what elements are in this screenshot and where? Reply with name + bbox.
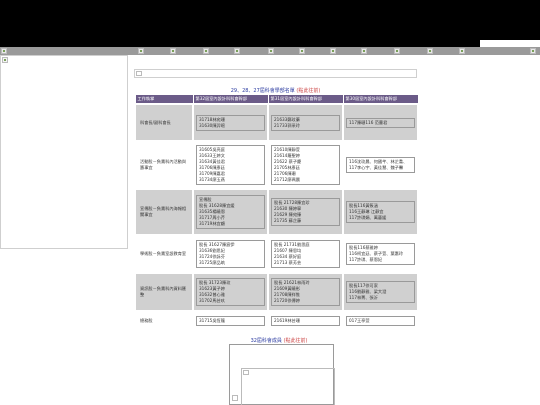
nav-item-6[interactable] bbox=[299, 48, 305, 54]
member-cell: 31605吳亮庭 31633王婷文 31634黃佳君 31706陳彥廷 3170… bbox=[192, 140, 269, 190]
role-text: 資訊股－負責科內資料匯整 bbox=[140, 286, 187, 297]
member-cell: 股長116黃筱涵 116王靜琳 江靜宜 117許琪娟、萬藝媛 bbox=[342, 188, 419, 236]
broken-image-icon bbox=[2, 57, 8, 63]
column-header: 第32屆室內設計科科會幹部 bbox=[192, 94, 269, 105]
broken-image-icon bbox=[269, 49, 273, 53]
role-cell: 資訊股－負責科內資料匯整 bbox=[134, 272, 194, 312]
table-header-row: 工作執掌 第32屆室內設計科科會幹部 第31屆室內設計科科會幹部 第30屆室內設… bbox=[134, 94, 419, 105]
footer-link[interactable]: 32屆科會成員 (點此往前) bbox=[229, 337, 329, 344]
nav-item-0[interactable] bbox=[1, 48, 7, 54]
member-name: 31725廖品筑 bbox=[199, 260, 225, 265]
table-row: 科會長/副科會長 31718林宛珊 31630陳羿暄 21633鄭玟蓁 2173… bbox=[134, 103, 419, 142]
column-header: 第31屆室內設計科科會幹部 bbox=[267, 94, 344, 105]
broken-image-icon bbox=[300, 49, 304, 53]
role-text: 科會長/副科會長 bbox=[140, 119, 171, 125]
member-cell: 股長117徐可家 116劉靜雅、梁大澄 117林菁、張沂 bbox=[342, 272, 419, 312]
top-banner bbox=[0, 0, 480, 47]
nav-item-1[interactable] bbox=[138, 48, 144, 54]
role-text: 活動股－負責科內活動與籌事宜 bbox=[140, 159, 187, 170]
member-name: 117林菁、張沂 bbox=[349, 295, 378, 300]
role-text: 學術股－負責室設教育室 bbox=[140, 251, 187, 256]
member-cell: 股長 21731劉思庭 21607 陳思均 21634 蔡好庭 21713 蔡芳… bbox=[267, 234, 344, 274]
member-name: 21733郭采玲 bbox=[274, 122, 300, 128]
role-cell: 宣傳股－負責科內海報相關事宜 bbox=[134, 188, 194, 236]
nav-bar bbox=[0, 47, 540, 55]
member-cell: 21633鄭玟蓁 21733郭采玲 bbox=[267, 103, 344, 142]
nav-item-8[interactable] bbox=[361, 48, 367, 54]
broken-image-icon bbox=[2, 49, 6, 53]
member-name: 117許琪娟、萬藝媛 bbox=[349, 215, 387, 220]
member-name: 117陳珊116 范曹君 bbox=[349, 119, 388, 125]
member-cell: 017王亭萱 bbox=[342, 310, 419, 332]
member-name: 21720徐傳婷 bbox=[274, 298, 300, 303]
table-row: 宣傳股－負責科內海報相關事宜 宣傳股 股長 31628陳宜媛 31635楊曉恩 … bbox=[134, 188, 419, 236]
table-row: 資訊股－負責科內資料匯整 股長 31723陳玟 31623黃子婷 31632曾心… bbox=[134, 272, 419, 312]
member-cell: 股長 31723陳玟 31623黃子婷 31632曾心雅 31702馬芸玖 bbox=[192, 272, 269, 312]
member-cell: 股長 21621林雨玲 21609黃曉彤 21708陳祥惟 21720徐傳婷 bbox=[267, 272, 344, 312]
table-row: 學術股－負責室設教育室 股長 31627陳宸伊 31636劉思妃 31724徐詠… bbox=[134, 234, 419, 274]
nav-item-10[interactable] bbox=[427, 48, 433, 54]
broken-image-icon bbox=[235, 49, 239, 53]
member-name: 21712廖珮晨 bbox=[274, 177, 300, 182]
member-name: 21713 蔡芳芸 bbox=[274, 260, 302, 265]
nav-item-2[interactable] bbox=[170, 48, 176, 54]
broken-image-icon bbox=[171, 49, 175, 53]
member-name: 31702馬芸玖 bbox=[199, 298, 225, 303]
member-cell: 宣傳股 股長 31628陳宜媛 31635楊曉恩 31717周小芹 31719林… bbox=[192, 188, 269, 236]
broken-image-icon bbox=[460, 49, 464, 53]
broken-image-icon bbox=[139, 49, 143, 53]
member-name: 31630陳羿暄 bbox=[199, 122, 225, 128]
role-cell: 總務股 bbox=[134, 310, 194, 332]
broken-image-icon bbox=[362, 49, 366, 53]
broken-image-icon bbox=[428, 49, 432, 53]
broken-image-icon bbox=[204, 49, 208, 53]
table-row: 總務股 31715吳恆龍 21619林芸珊 017王亭萱 bbox=[134, 310, 419, 332]
nav-item-3[interactable] bbox=[203, 48, 209, 54]
nav-item-12[interactable] bbox=[530, 48, 536, 54]
member-cell: 31715吳恆龍 bbox=[192, 310, 269, 332]
member-cell: 21619林芸珊 bbox=[267, 310, 344, 332]
role-text: 宣傳股－負責科內海報相關事宜 bbox=[140, 206, 187, 217]
broken-image-icon bbox=[331, 49, 335, 53]
member-name: 21619林芸珊 bbox=[274, 318, 300, 323]
nav-item-4[interactable] bbox=[234, 48, 240, 54]
broken-image-icon bbox=[243, 370, 249, 375]
nav-item-9[interactable] bbox=[394, 48, 400, 54]
side-panel-frame bbox=[0, 55, 128, 249]
member-name: 21735 蘇芷藤 bbox=[274, 218, 302, 223]
member-name: 31719林宜顧 bbox=[199, 221, 225, 226]
broken-image-icon bbox=[531, 49, 535, 53]
broken-image-icon bbox=[232, 395, 238, 401]
member-cell: 21610陳靜萱 21614羅聖婷 21622 蔡子慶 21705林彥廷 217… bbox=[267, 140, 344, 190]
top-banner-side bbox=[480, 0, 540, 40]
nav-item-11[interactable] bbox=[459, 48, 465, 54]
member-name: 117李心宇、黃佳慧、魏子馨 bbox=[349, 165, 404, 170]
member-cell: 股長116蔡雅婷 116柯宜廷、蔡子萱、葉惠玲 117許琪、蔡恩妃 bbox=[342, 234, 419, 274]
member-name: 117許琪、蔡恩妃 bbox=[349, 257, 383, 262]
nav-item-7[interactable] bbox=[330, 48, 336, 54]
main-banner-image bbox=[134, 69, 417, 78]
member-cell: 股長 31627陳宸伊 31636劉思妃 31724徐詠芬 31725廖品筑 bbox=[192, 234, 269, 274]
broken-image-icon bbox=[136, 71, 142, 76]
role-cell: 活動股－負責科內活動與籌事宜 bbox=[134, 140, 194, 190]
role-cell: 學術股－負責室設教育室 bbox=[134, 234, 194, 274]
bottom-image-frame bbox=[229, 344, 335, 405]
nav-item-5[interactable] bbox=[268, 48, 274, 54]
member-cell: 31718林宛珊 31630陳羿暄 bbox=[192, 103, 269, 142]
bottom-image bbox=[241, 368, 335, 405]
role-text: 總務股 bbox=[140, 318, 153, 323]
role-cell: 科會長/副科會長 bbox=[134, 103, 194, 142]
officer-table: 工作執掌 第32屆室內設計科科會幹部 第31屆室內設計科科會幹部 第30屆室內設… bbox=[134, 94, 419, 332]
member-name: 017王亭萱 bbox=[349, 318, 370, 323]
column-header: 工作執掌 bbox=[134, 94, 194, 105]
member-cell: 股長 21728陳宜珍 21630 陳婷寧 21629 陳宛臻 21735 蘇芷… bbox=[267, 188, 344, 236]
member-name: 31734廖玉燕 bbox=[199, 177, 225, 182]
member-cell: 117陳珊116 范曹君 bbox=[342, 103, 419, 142]
table-title[interactable]: 29、28、27屆科會學部名單 (點此往前) bbox=[134, 87, 417, 94]
table-row: 活動股－負責科內活動與籌事宜 31605吳亮庭 31633王婷文 31634黃佳… bbox=[134, 140, 419, 190]
broken-image-icon bbox=[395, 49, 399, 53]
column-header: 第30屆室內設計科科會幹部 bbox=[342, 94, 419, 105]
member-cell: 116沈玟晨、何國芊、林芷喬、 117李心宇、黃佳慧、魏子馨 bbox=[342, 140, 419, 190]
member-name: 31715吳恆龍 bbox=[199, 318, 225, 323]
